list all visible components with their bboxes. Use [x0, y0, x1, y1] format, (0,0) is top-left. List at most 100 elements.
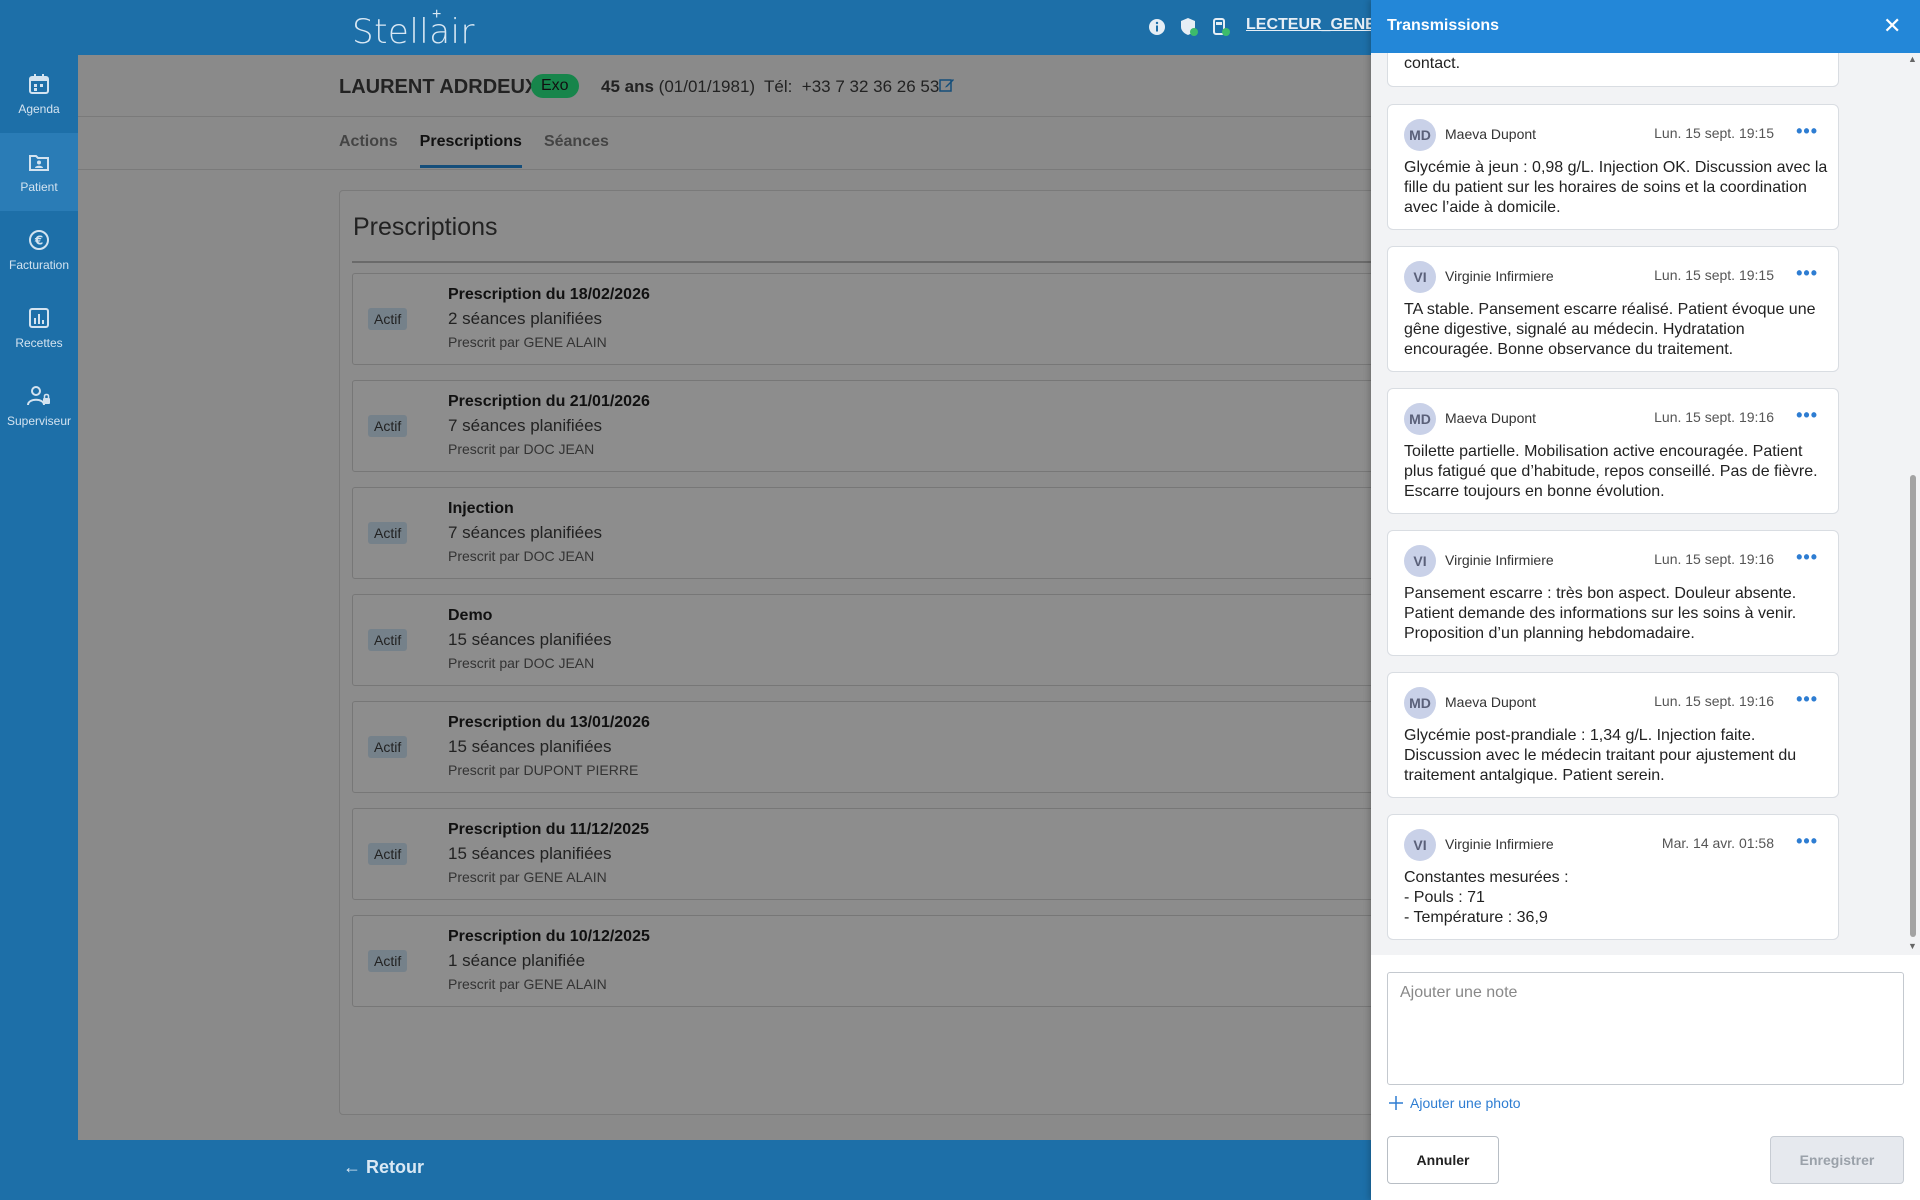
chart-icon: [29, 308, 49, 328]
more-options-icon[interactable]: •••: [1796, 405, 1818, 426]
scroll-down-icon[interactable]: ▼: [1908, 941, 1917, 951]
note-text: Pansement escarre : très bon aspect. Dou…: [1404, 585, 1797, 642]
prescription-sessions: 2 séances planifiées: [448, 309, 603, 328]
cancel-button[interactable]: Annuler: [1387, 1136, 1499, 1184]
close-icon[interactable]: ✕: [1883, 15, 1901, 37]
prescription-sessions: 15 séances planifiées: [448, 844, 612, 863]
sidebar-item-facturation[interactable]: € Facturation: [0, 211, 78, 289]
note-date: Lun. 15 sept. 19:16: [1654, 551, 1774, 567]
save-button[interactable]: Enregistrer: [1770, 1136, 1904, 1184]
back-button[interactable]: ← Retour: [343, 1157, 424, 1178]
user-name-link[interactable]: LECTEUR_GENE: [1246, 16, 1376, 34]
note-author: Virginie Infirmiere: [1445, 552, 1554, 568]
note-input[interactable]: [1387, 972, 1904, 1085]
prescription-name: Prescription du 11/12/2025: [448, 821, 649, 838]
note-author: Maeva Dupont: [1445, 126, 1537, 142]
tab-seances[interactable]: Séances: [544, 133, 609, 168]
patient-name: LAURENT ADRDEUX: [339, 76, 539, 98]
more-options-icon[interactable]: •••: [1796, 121, 1818, 142]
notes-list[interactable]: contact. MD Maeva Dupont Lun. 15 sept. 1…: [1371, 53, 1920, 955]
patient-age-value: 45 ans: [601, 77, 654, 96]
note-card: VI Virginie Infirmiere Lun. 15 sept. 19:…: [1387, 246, 1839, 372]
note-date: Lun. 15 sept. 19:16: [1654, 693, 1774, 709]
patient-phone: Tél: +33 7 32 36 26 53: [764, 77, 939, 97]
status-badge: Actif: [368, 522, 408, 544]
note-date: Lun. 15 sept. 19:15: [1654, 125, 1774, 141]
scroll-up-icon[interactable]: ▲: [1908, 54, 1917, 64]
sidebar-item-patient[interactable]: Patient: [0, 133, 78, 211]
panel-header: Transmissions ✕: [1371, 0, 1920, 53]
avatar: VI: [1404, 829, 1436, 861]
note-text: TA stable. Pansement escarre réalisé. Pa…: [1404, 301, 1816, 358]
phone-label: Tél:: [764, 77, 793, 96]
patient-icon: [29, 155, 49, 171]
status-badge: Actif: [368, 736, 408, 758]
prescription-prescriber: Prescrit par GENE ALAIN: [448, 334, 607, 350]
note-text: contact.: [1404, 55, 1461, 72]
sidebar-item-recettes[interactable]: Recettes: [0, 289, 78, 367]
status-badge: Actif: [368, 308, 408, 330]
patient-birthdate: (01/01/1981): [658, 77, 756, 96]
prescription-prescriber: Prescrit par DOC JEAN: [448, 441, 595, 457]
prescription-prescriber: Prescrit par GENE ALAIN: [448, 869, 607, 885]
tab-actions[interactable]: Actions: [339, 133, 398, 168]
note-author: Virginie Infirmiere: [1445, 268, 1554, 284]
prescription-sessions: 1 séance planifiée: [448, 951, 586, 970]
transmissions-panel: Transmissions ✕ contact. MD Maeva Dupont…: [1371, 0, 1920, 1200]
patient-age: 45 ans (01/01/1981): [601, 77, 755, 97]
note-text: Constantes mesurées : - Pouls : 71 - Tem…: [1404, 869, 1569, 926]
add-photo-button[interactable]: Ajouter une photo: [1388, 1095, 1521, 1111]
phone-value: +33 7 32 36 26 53: [801, 77, 940, 96]
avatar: MD: [1404, 119, 1436, 151]
prescription-prescriber: Prescrit par DOC JEAN: [448, 548, 595, 564]
edit-icon[interactable]: [939, 77, 955, 98]
note-date: Mar. 14 avr. 01:58: [1661, 835, 1774, 851]
arrow-left-icon: ←: [343, 1157, 361, 1177]
status-badge: Actif: [368, 629, 408, 651]
panel-title: Transmissions: [1387, 17, 1500, 34]
more-options-icon[interactable]: •••: [1796, 689, 1818, 710]
supervisor-icon: [27, 386, 50, 406]
app-logo[interactable]: Stellair: [352, 12, 475, 52]
sidebar-item-agenda[interactable]: Agenda: [0, 55, 78, 133]
prescription-sessions: 7 séances planifiées: [448, 416, 603, 435]
avatar: MD: [1404, 403, 1436, 435]
prescriptions-title: Prescriptions: [353, 213, 498, 241]
scrollbar-thumb[interactable]: [1910, 475, 1916, 937]
sidebar-item-label: Facturation: [8, 258, 70, 272]
note-card: MD Maeva Dupont Lun. 15 sept. 19:16 ••• …: [1387, 388, 1839, 514]
status-badge: Actif: [368, 843, 408, 865]
note-card: MD Maeva Dupont Lun. 15 sept. 19:15 ••• …: [1387, 104, 1839, 230]
status-badge: Actif: [368, 950, 408, 972]
note-card: VI Virginie Infirmiere Lun. 15 sept. 19:…: [1387, 530, 1839, 656]
sidebar-item-superviseur[interactable]: Superviseur: [0, 367, 78, 445]
svg-text:€: €: [34, 234, 43, 248]
avatar: VI: [1404, 545, 1436, 577]
add-photo-label: Ajouter une photo: [1410, 1095, 1521, 1111]
header-icons: [1146, 16, 1232, 38]
avatar: VI: [1404, 261, 1436, 293]
prescription-name: Prescription du 10/12/2025: [448, 928, 650, 945]
prescription-prescriber: Prescrit par GENE ALAIN: [448, 976, 607, 992]
prescription-sessions: 15 séances planifiées: [448, 737, 612, 756]
more-options-icon[interactable]: •••: [1796, 263, 1818, 284]
more-options-icon[interactable]: •••: [1796, 831, 1818, 852]
prescription-sessions: 15 séances planifiées: [448, 630, 612, 649]
status-badge: Actif: [368, 415, 408, 437]
prescription-name: Injection: [448, 500, 514, 517]
prescription-prescriber: Prescrit par DUPONT PIERRE: [448, 762, 639, 778]
patient-tabs: Actions Prescriptions Séances: [339, 133, 609, 168]
card-reader-icon[interactable]: [1210, 16, 1232, 38]
tab-prescriptions[interactable]: Prescriptions: [419, 133, 522, 168]
note-text: Glycémie post-prandiale : 1,34 g/L. Inje…: [1404, 727, 1797, 784]
sidebar: Agenda Patient € Facturation Recettes Su…: [0, 55, 78, 1200]
info-icon[interactable]: [1146, 16, 1168, 38]
shield-check-icon[interactable]: [1178, 16, 1200, 38]
note-author: Maeva Dupont: [1445, 694, 1537, 710]
logo-star-icon: +: [432, 6, 442, 23]
exo-badge: Exo: [531, 74, 579, 98]
avatar: MD: [1404, 687, 1436, 719]
sidebar-item-label: Agenda: [18, 102, 60, 116]
note-text: Toilette partielle. Mobilisation active …: [1404, 443, 1818, 500]
more-options-icon[interactable]: •••: [1796, 547, 1818, 568]
